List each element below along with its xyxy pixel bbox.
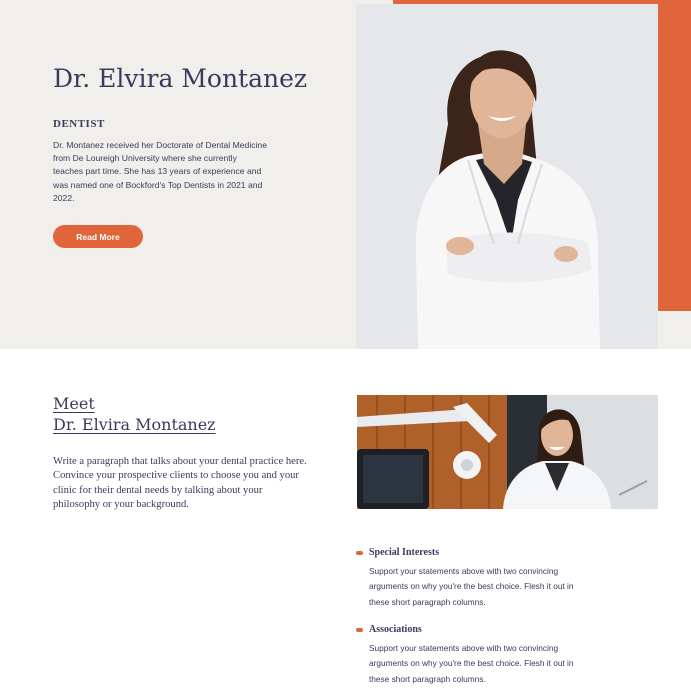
feature-header: Associations	[356, 624, 596, 635]
meet-paragraph: Write a paragraph that talks about your …	[53, 456, 307, 510]
meet-heading-line2[interactable]: Dr. Elvira Montanez	[53, 414, 216, 435]
bullet-icon	[356, 627, 363, 632]
feature-associations: Associations Support your statements abo…	[356, 624, 596, 687]
dentist-portrait-photo	[356, 4, 658, 349]
clinic-photo	[357, 395, 658, 509]
feature-title: Associations	[369, 624, 422, 635]
feature-text: Support your statements above with two c…	[369, 566, 574, 607]
read-more-button[interactable]: Read More	[53, 225, 143, 248]
hero-section: Dr. Elvira Montanez DENTIST Dr. Montanez…	[0, 0, 691, 349]
hero-doctor-name: Dr. Elvira Montanez	[53, 64, 308, 93]
meet-heading-line1[interactable]: Meet	[53, 393, 216, 414]
feature-special-interests: Special Interests Support your statement…	[356, 547, 596, 610]
bullet-icon	[356, 550, 363, 555]
feature-header: Special Interests	[356, 547, 596, 558]
hero-role-label: DENTIST	[53, 118, 105, 130]
feature-title: Special Interests	[369, 547, 440, 558]
hero-bio-text: Dr. Montanez received her Doctorate of D…	[53, 140, 267, 203]
meet-heading[interactable]: Meet Dr. Elvira Montanez	[53, 393, 216, 435]
feature-text: Support your statements above with two c…	[369, 643, 574, 684]
